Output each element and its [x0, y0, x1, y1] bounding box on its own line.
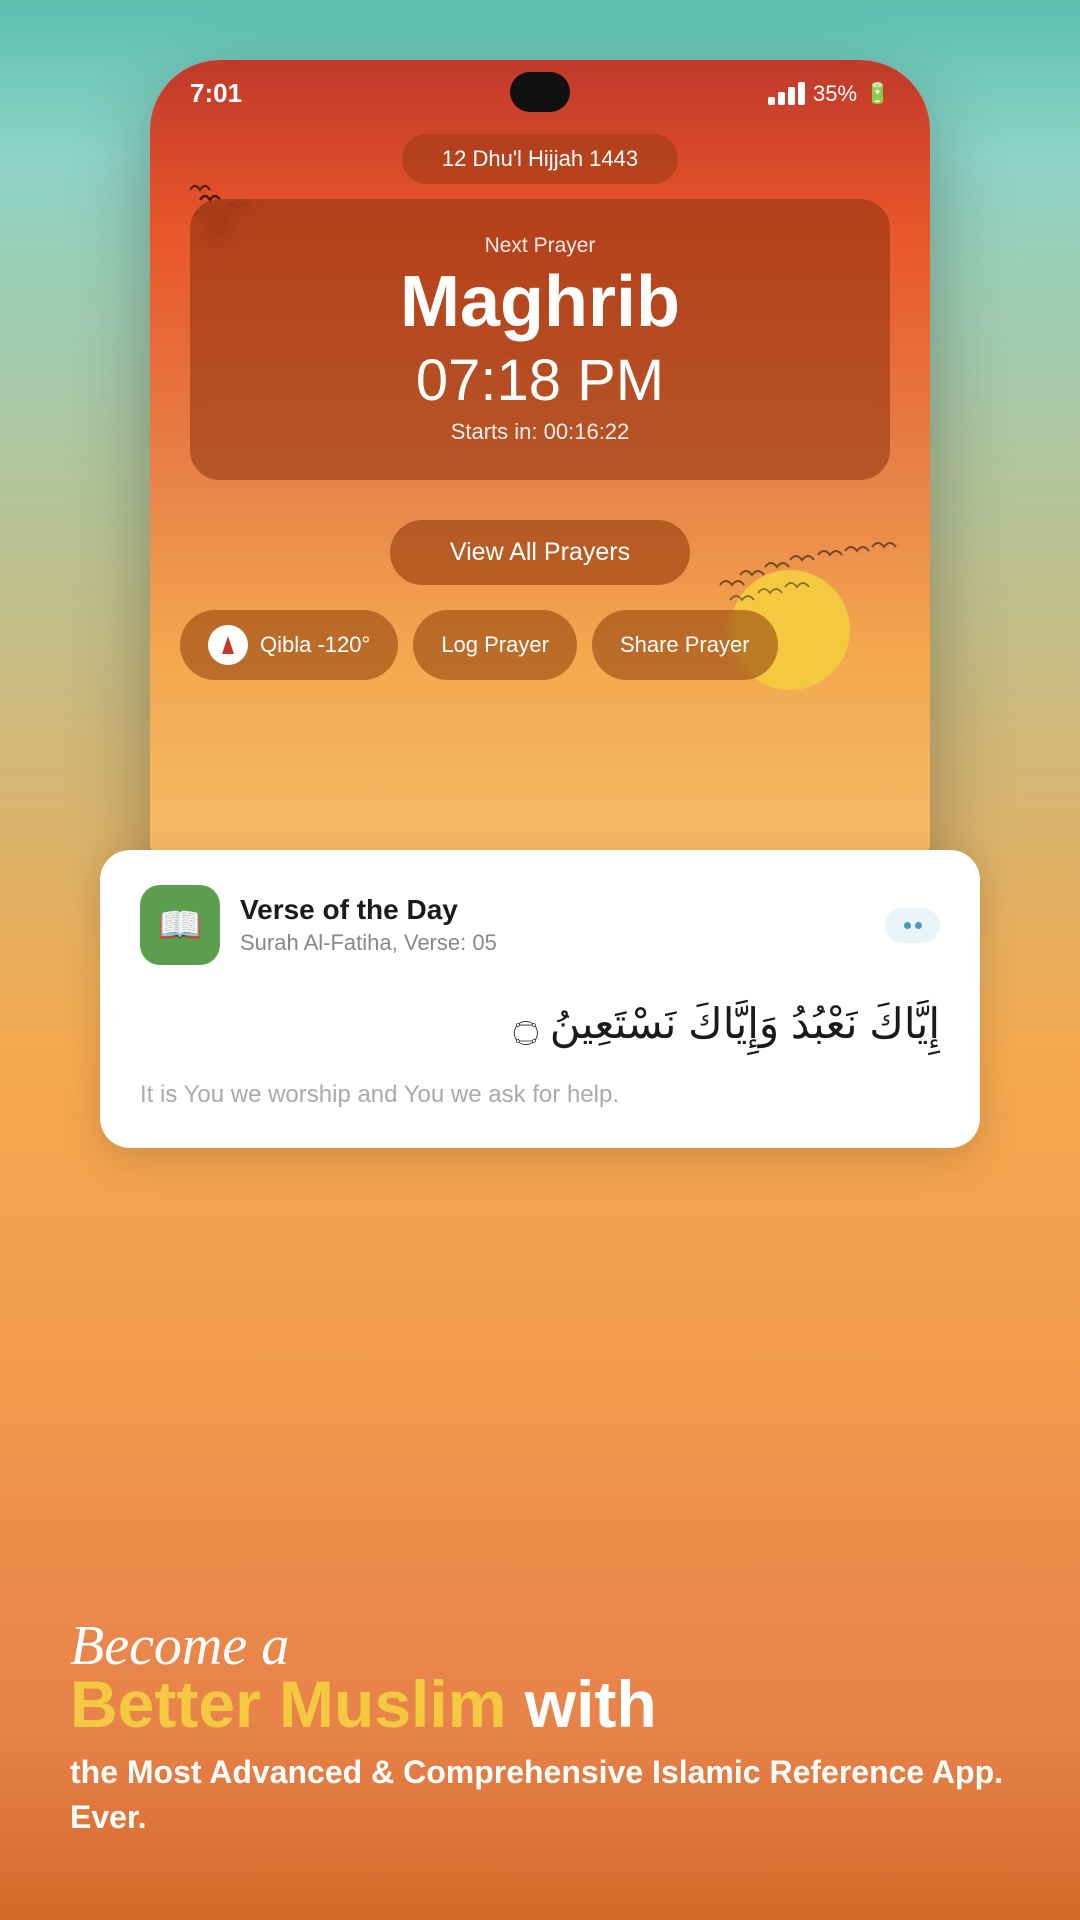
starts-in: Starts in: 00:16:22: [230, 419, 850, 445]
dot-1: [904, 922, 911, 929]
view-all-prayers-button[interactable]: View All Prayers: [390, 520, 690, 585]
dot-2: [915, 922, 922, 929]
countdown: 00:16:22: [544, 419, 630, 444]
prayer-card: Next Prayer Maghrib 07:18 PM Starts in: …: [190, 199, 890, 480]
battery-icon: 🔋: [865, 81, 890, 106]
prayer-name: Maghrib: [230, 263, 850, 342]
compass-needle: [222, 636, 234, 654]
next-prayer-label: Next Prayer: [230, 234, 850, 258]
battery-percent: 35%: [813, 81, 857, 107]
verse-title-block: Verse of the Day Surah Al-Fatiha, Verse:…: [240, 894, 865, 956]
status-icons: 35% 🔋: [768, 81, 890, 107]
verse-icon: 📖: [140, 885, 220, 965]
phone-mockup: 7:01 35% 🔋: [150, 60, 930, 910]
app-description: the Most Advanced & Comprehensive Islami…: [70, 1750, 1010, 1840]
status-bar: 7:01 35% 🔋: [150, 60, 930, 109]
share-prayer-pill[interactable]: Share Prayer: [592, 610, 778, 680]
verse-translation: It is You we worship and You we ask for …: [140, 1077, 940, 1113]
verse-subtitle: Surah Al-Fatiha, Verse: 05: [240, 930, 865, 956]
verse-card: 📖 Verse of the Day Surah Al-Fatiha, Vers…: [100, 850, 980, 1148]
phone-screen: 7:01 35% 🔋: [150, 60, 930, 910]
verse-header: 📖 Verse of the Day Surah Al-Fatiha, Vers…: [140, 885, 940, 965]
action-pills-row: Qibla -120° Log Prayer Share Prayer: [150, 585, 930, 700]
better-muslim-text: Better Muslim: [70, 1667, 506, 1741]
prayer-time: 07:18 PM: [230, 347, 850, 414]
bottom-text-section: Become a Better Muslim with the Most Adv…: [70, 1614, 1010, 1840]
log-prayer-pill[interactable]: Log Prayer: [413, 610, 577, 680]
date-pill: 12 Dhu'l Hijjah 1443: [402, 134, 678, 184]
signal-icon: [768, 82, 805, 105]
verse-title: Verse of the Day: [240, 894, 865, 926]
status-time: 7:01: [190, 78, 242, 109]
quran-icon: 📖: [158, 904, 203, 946]
qibla-pill[interactable]: Qibla -120°: [180, 610, 398, 680]
better-muslim-headline: Better Muslim with: [70, 1668, 1010, 1741]
camera-notch: [510, 72, 570, 112]
compass-icon: [208, 625, 248, 665]
arabic-verse-text: إِيَّاكَ نَعْبُدُ وَإِيَّاكَ نَسْتَعِينُ…: [140, 990, 940, 1057]
with-text: with: [506, 1667, 656, 1741]
verse-more-button[interactable]: [885, 908, 940, 943]
